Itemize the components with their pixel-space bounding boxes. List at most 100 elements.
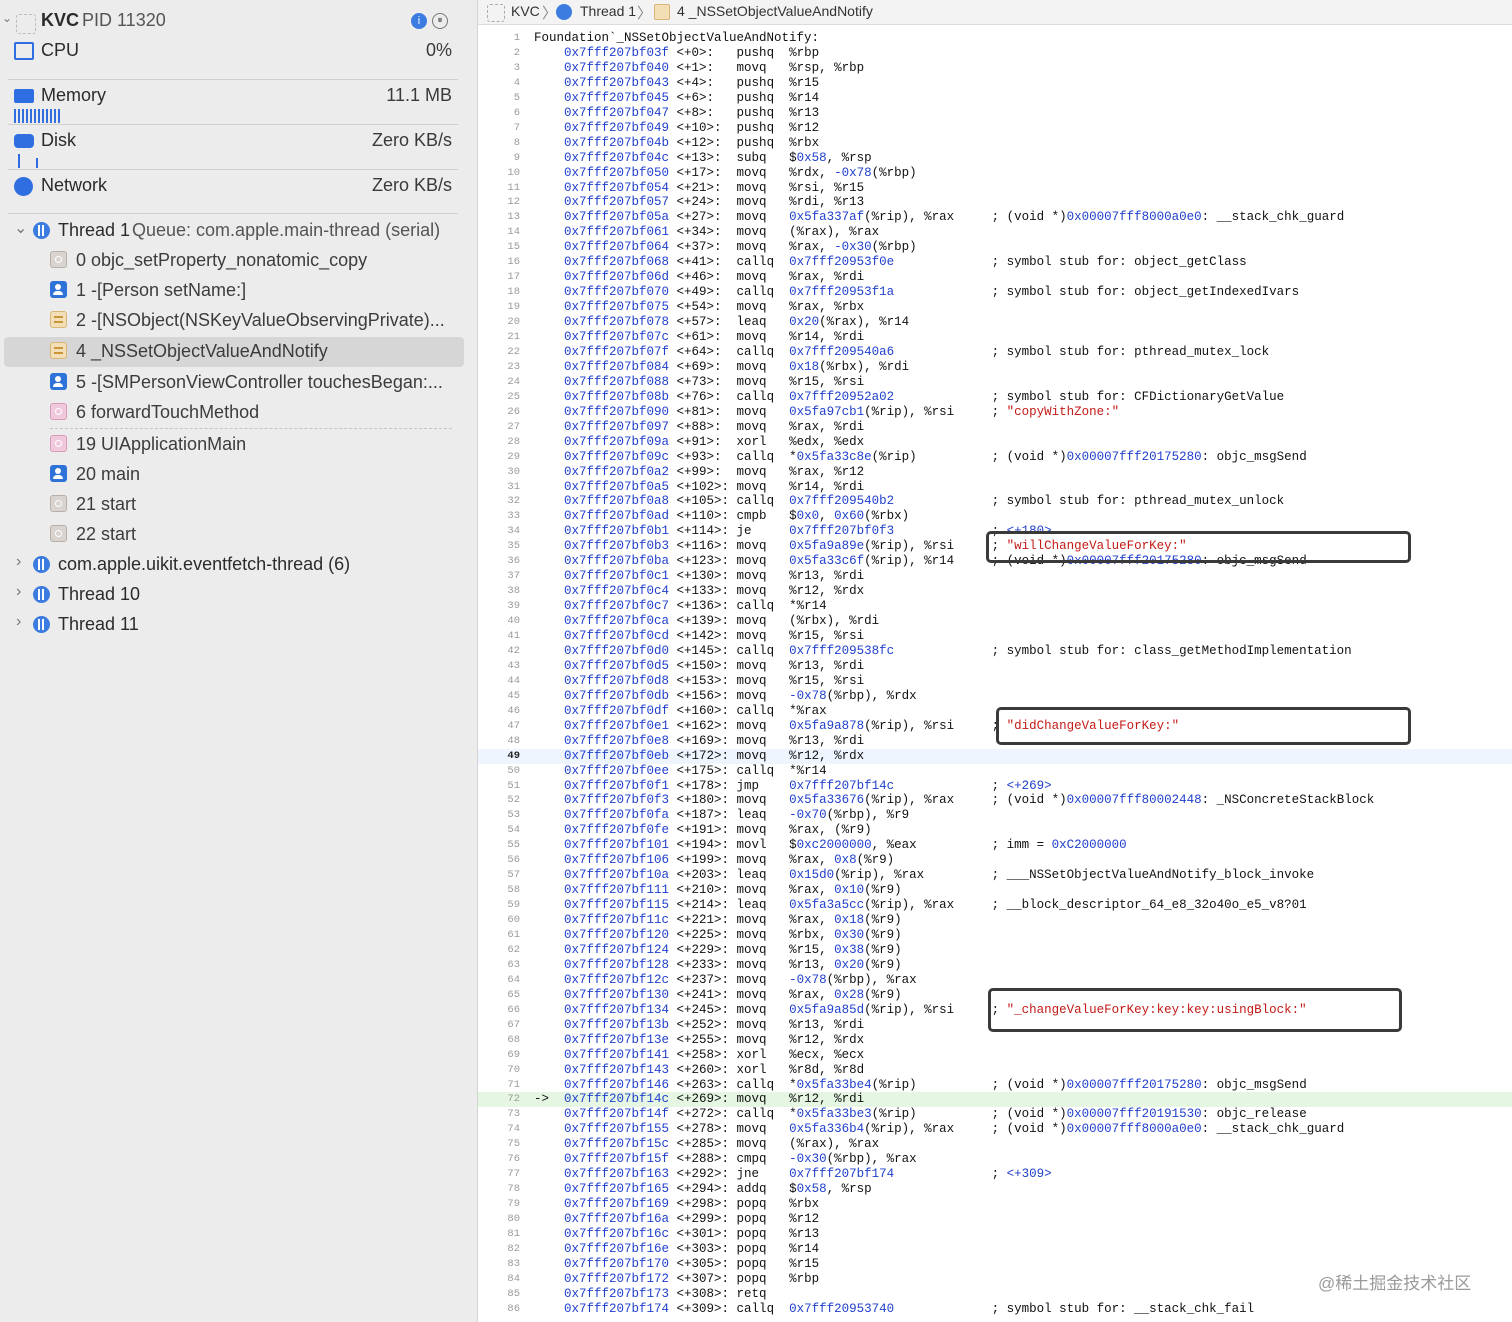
stack-frame[interactable]: 1 -[Person setName:] (0, 276, 470, 306)
disassembly-line[interactable]: 68 0x7fff207bf13e <+255>: movq %r12, %rd… (478, 1033, 1512, 1048)
line-number[interactable]: 19 (478, 301, 520, 313)
disassembly-line[interactable]: 45 0x7fff207bf0db <+156>: movq -0x78(%rb… (478, 689, 1512, 704)
disassembly-line[interactable]: 53 0x7fff207bf0fa <+187>: leaq -0x70(%rb… (478, 808, 1512, 823)
disassembly-line[interactable]: 75 0x7fff207bf15c <+285>: movq (%rax), %… (478, 1137, 1512, 1152)
disassembly-line[interactable]: 49 0x7fff207bf0eb <+172>: movq %r12, %rd… (478, 748, 1512, 764)
line-number[interactable]: 18 (478, 286, 520, 298)
line-number[interactable]: 61 (478, 929, 520, 941)
chevron-right-icon[interactable]: › (16, 583, 21, 601)
disassembly-line[interactable]: 4 0x7fff207bf043 <+4>: pushq %r15 (478, 76, 1512, 91)
gauge-network[interactable]: Network Zero KB/s (0, 171, 470, 201)
disassembly-line[interactable]: 57 0x7fff207bf10a <+203>: leaq 0x15d0(%r… (478, 868, 1512, 883)
disassembly-line[interactable]: 9 0x7fff207bf04c <+13>: subq $0x58, %rsp (478, 151, 1512, 166)
line-number[interactable]: 30 (478, 466, 520, 478)
line-number[interactable]: 76 (478, 1153, 520, 1165)
disassembly-line[interactable]: 12 0x7fff207bf057 <+24>: movq %rdi, %r13 (478, 195, 1512, 210)
line-number[interactable]: 23 (478, 361, 520, 373)
stack-frame[interactable]: 22 start (0, 520, 470, 550)
line-number[interactable]: 44 (478, 675, 520, 687)
thread-row[interactable]: › Thread 10 (0, 580, 470, 610)
line-number[interactable]: 35 (478, 540, 520, 552)
line-number[interactable]: 33 (478, 510, 520, 522)
line-number[interactable]: 2 (478, 47, 520, 59)
stack-frame[interactable]: 20 main (0, 460, 470, 490)
line-number[interactable]: 47 (478, 720, 520, 732)
breadcrumb-item[interactable]: 4 _NSSetObjectValueAndNotify (677, 3, 873, 19)
line-number[interactable]: 84 (478, 1273, 520, 1285)
disassembly-line[interactable]: 39 0x7fff207bf0c7 <+136>: callq *%r14 (478, 599, 1512, 614)
line-number[interactable]: 7 (478, 122, 520, 134)
line-number[interactable]: 80 (478, 1213, 520, 1225)
line-number[interactable]: 9 (478, 152, 520, 164)
disassembly-line[interactable]: 17 0x7fff207bf06d <+46>: movq %rax, %rdi (478, 270, 1512, 285)
disassembly-line[interactable]: 29 0x7fff207bf09c <+93>: callq *0x5fa33c… (478, 450, 1512, 465)
disassembly-line[interactable]: 56 0x7fff207bf106 <+199>: movq %rax, 0x8… (478, 853, 1512, 868)
disassembly-line[interactable]: 43 0x7fff207bf0d5 <+150>: movq %r13, %rd… (478, 659, 1512, 674)
disassembly-line[interactable]: 38 0x7fff207bf0c4 <+133>: movq %r12, %rd… (478, 584, 1512, 599)
disassembly-line[interactable]: 27 0x7fff207bf097 <+88>: movq %rax, %rdi (478, 420, 1512, 435)
line-number[interactable]: 78 (478, 1183, 520, 1195)
disassembly-line[interactable]: 64 0x7fff207bf12c <+237>: movq -0x78(%rb… (478, 973, 1512, 988)
line-number[interactable]: 51 (478, 780, 520, 792)
gauge-cpu[interactable]: CPU 0% (0, 36, 470, 66)
line-number[interactable]: 72 (478, 1093, 520, 1105)
disassembly-line[interactable]: 59 0x7fff207bf115 <+214>: leaq 0x5fa3a5c… (478, 898, 1512, 913)
disassembly-line[interactable]: 44 0x7fff207bf0d8 <+153>: movq %r15, %rs… (478, 674, 1512, 689)
disassembly-line[interactable]: 50 0x7fff207bf0ee <+175>: callq *%r14 (478, 764, 1512, 779)
line-number[interactable]: 79 (478, 1198, 520, 1210)
disassembly-line[interactable]: 11 0x7fff207bf054 <+21>: movq %rsi, %r15 (478, 181, 1512, 196)
stack-frame-selected[interactable]: 4 _NSSetObjectValueAndNotify (4, 337, 464, 367)
line-number[interactable]: 48 (478, 735, 520, 747)
disassembly-line[interactable]: 2 0x7fff207bf03f <+0>: pushq %rbp (478, 46, 1512, 61)
line-number[interactable]: 37 (478, 570, 520, 582)
disassembly-line[interactable]: 71 0x7fff207bf146 <+263>: callq *0x5fa33… (478, 1078, 1512, 1093)
line-number[interactable]: 77 (478, 1168, 520, 1180)
disassembly-line[interactable]: 69 0x7fff207bf141 <+258>: xorl %ecx, %ec… (478, 1048, 1512, 1063)
line-number[interactable]: 56 (478, 854, 520, 866)
disassembly-line[interactable]: 30 0x7fff207bf0a2 <+99>: movq %rax, %r12 (478, 465, 1512, 480)
disassembly-line[interactable]: 26 0x7fff207bf090 <+81>: movq 0x5fa97cb1… (478, 405, 1512, 420)
disassembly-line[interactable]: 10 0x7fff207bf050 <+17>: movq %rdx, -0x7… (478, 166, 1512, 181)
disassembly-line[interactable]: 7 0x7fff207bf049 <+10>: pushq %r12 (478, 121, 1512, 136)
disassembly-line[interactable]: 1 Foundation`_NSSetObjectValueAndNotify: (478, 31, 1512, 46)
disassembly-line[interactable]: 60 0x7fff207bf11c <+221>: movq %rax, 0x1… (478, 913, 1512, 928)
gauge-memory[interactable]: Memory 11.1 MB (0, 81, 470, 111)
line-number[interactable]: 28 (478, 436, 520, 448)
gauge-disk[interactable]: Disk Zero KB/s (0, 126, 470, 156)
line-number[interactable]: 49 (478, 750, 520, 762)
stack-frame[interactable]: 6 forwardTouchMethod (0, 398, 470, 428)
line-number[interactable]: 15 (478, 241, 520, 253)
disassembly-line[interactable]: 24 0x7fff207bf088 <+73>: movq %r15, %rsi (478, 375, 1512, 390)
disassembly-line[interactable]: 23 0x7fff207bf084 <+69>: movq 0x18(%rbx)… (478, 360, 1512, 375)
line-number[interactable]: 60 (478, 914, 520, 926)
line-number[interactable]: 67 (478, 1019, 520, 1031)
disassembly-line[interactable]: 62 0x7fff207bf124 <+229>: movq %r15, 0x3… (478, 943, 1512, 958)
disassembly-line[interactable]: 13 0x7fff207bf05a <+27>: movq 0x5fa337af… (478, 210, 1512, 225)
disassembly-line[interactable]: 58 0x7fff207bf111 <+210>: movq %rax, 0x1… (478, 883, 1512, 898)
line-number[interactable]: 1 (478, 32, 520, 44)
disassembly-line[interactable]: 70 0x7fff207bf143 <+260>: xorl %r8d, %r8… (478, 1063, 1512, 1078)
disassembly-line[interactable]: 72 -> 0x7fff207bf14c <+269>: movq %r12, %… (478, 1092, 1512, 1108)
disassembly-line[interactable]: 79 0x7fff207bf169 <+298>: popq %rbx (478, 1197, 1512, 1212)
line-number[interactable]: 12 (478, 196, 520, 208)
disassembly-line[interactable]: 33 0x7fff207bf0ad <+110>: cmpb $0x0, 0x6… (478, 509, 1512, 524)
line-number[interactable]: 26 (478, 406, 520, 418)
line-number[interactable]: 58 (478, 884, 520, 896)
disassembly-line[interactable]: 18 0x7fff207bf070 <+49>: callq 0x7fff209… (478, 285, 1512, 300)
line-number[interactable]: 70 (478, 1064, 520, 1076)
breadcrumb-item[interactable]: Thread 1 (580, 3, 636, 19)
line-number[interactable]: 85 (478, 1288, 520, 1300)
line-number[interactable]: 62 (478, 944, 520, 956)
line-number[interactable]: 32 (478, 495, 520, 507)
disassembly-line[interactable]: 52 0x7fff207bf0f3 <+180>: movq 0x5fa3367… (478, 793, 1512, 808)
line-number[interactable]: 40 (478, 615, 520, 627)
chevron-down-icon[interactable]: ⌄ (14, 218, 27, 238)
line-number[interactable]: 66 (478, 1004, 520, 1016)
stack-frame[interactable]: 5 -[SMPersonViewController touchesBegan:… (0, 368, 470, 398)
disassembly-line[interactable]: 28 0x7fff207bf09a <+91>: xorl %edx, %edx (478, 435, 1512, 450)
line-number[interactable]: 55 (478, 839, 520, 851)
line-number[interactable]: 42 (478, 645, 520, 657)
disassembly-line[interactable]: 3 0x7fff207bf040 <+1>: movq %rsp, %rbp (478, 61, 1512, 76)
line-number[interactable]: 22 (478, 346, 520, 358)
line-number[interactable]: 14 (478, 226, 520, 238)
